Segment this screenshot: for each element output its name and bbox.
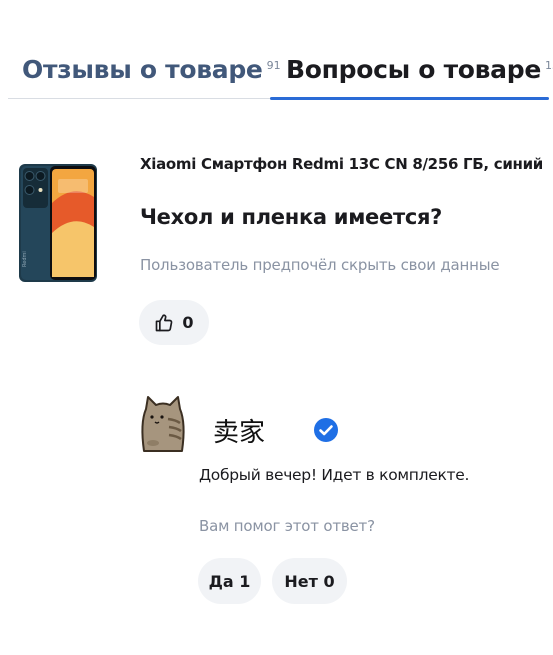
like-count: 0 bbox=[182, 313, 194, 332]
thumbs-up-icon bbox=[156, 313, 173, 331]
tab-reviews-label: Отзывы о товаре bbox=[22, 55, 263, 84]
answer-text: Добрый вечер! Идет в комплекте. bbox=[199, 466, 470, 484]
tab-questions-count: 13 bbox=[545, 59, 553, 72]
tabs-bar: Отзывы о товаре 91 Вопросы о товаре 13 bbox=[0, 0, 553, 102]
helpful-yes-button[interactable]: Да 1 bbox=[198, 558, 261, 604]
active-tab-indicator bbox=[270, 97, 549, 100]
seller-name: 卖家 bbox=[213, 418, 266, 448]
tab-reviews[interactable]: Отзывы о товаре 91 bbox=[22, 55, 281, 95]
helpful-prompt: Вам помог этот ответ? bbox=[199, 517, 375, 535]
tab-questions[interactable]: Вопросы о товаре 13 bbox=[286, 55, 553, 95]
like-button[interactable]: 0 bbox=[139, 300, 209, 345]
question-author: Пользователь предпочёл скрыть свои данны… bbox=[140, 256, 500, 274]
seller-avatar bbox=[141, 396, 185, 452]
product-image[interactable]: Redmi bbox=[18, 163, 98, 283]
verified-check-icon bbox=[314, 418, 338, 442]
helpful-no-button[interactable]: Нет 0 bbox=[272, 558, 347, 604]
tab-reviews-count: 91 bbox=[266, 59, 281, 72]
product-name[interactable]: Xiaomi Смартфон Redmi 13C CN 8/256 ГБ, с… bbox=[140, 155, 543, 173]
svg-text:Redmi: Redmi bbox=[22, 251, 28, 267]
tab-questions-label: Вопросы о товаре bbox=[286, 55, 541, 84]
question-text: Чехол и пленка имеется? bbox=[140, 205, 443, 229]
